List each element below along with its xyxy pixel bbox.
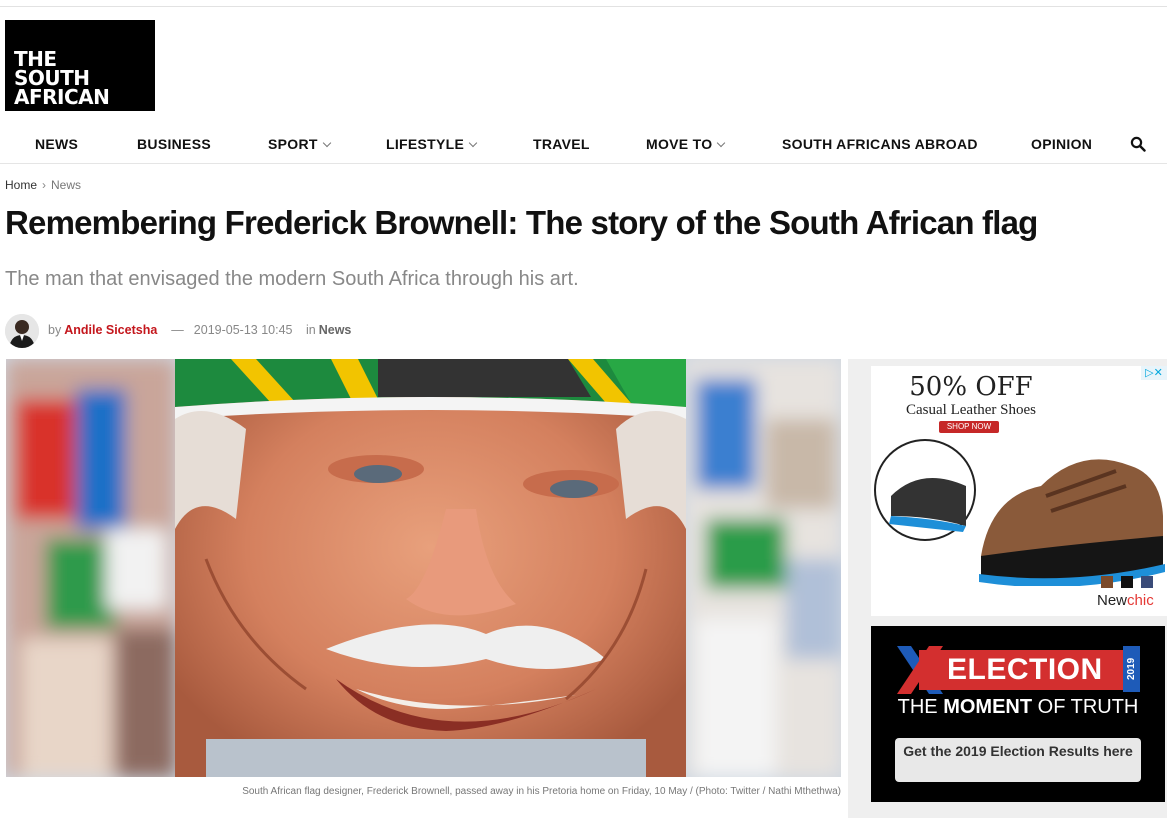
article-subtitle: The man that envisaged the modern South … [5,268,579,290]
breadcrumb-news[interactable]: News [51,178,81,192]
nav-business-label: BUSINESS [137,136,211,152]
chevron-down-icon [717,138,726,148]
color-swatch-black [1121,576,1133,588]
election-banner[interactable]: ELECTION 2019 THE MOMENT OF TRUTH Get th… [871,626,1165,802]
nav-lifestyle[interactable]: LIFESTYLE [386,136,478,152]
color-swatch-navy [1141,576,1153,588]
author-avatar[interactable] [5,314,39,348]
election-title: ELECTION [919,650,1129,690]
tagline-part-1: THE [897,696,944,718]
shoe-image [874,439,1165,586]
ad-brand: Newchic [1097,592,1154,609]
site-logo[interactable]: THE SOUTH AFRICAN [5,20,155,111]
breadcrumb: Home › News [5,178,81,192]
byline-in: in [305,323,316,337]
byline-dash: — [171,323,184,337]
nav-news-label: NEWS [35,136,79,152]
category-link[interactable]: News [319,323,352,337]
search-icon[interactable] [1130,136,1146,152]
publish-date: 2019-05-13 10:45 [193,323,293,337]
author-link[interactable]: Andile Sicetsha [64,323,157,337]
image-caption: South African flag designer, Frederick B… [242,786,841,797]
top-divider [0,6,1167,7]
byline-by: by [48,323,62,337]
shoe-ad[interactable]: ▷✕ 50% OFF Casual Leather Shoes SHOP NOW… [871,366,1167,616]
logo-line-3: AFRICAN [14,85,110,109]
main-nav: NEWS BUSINESS SPORT LIFESTYLE TRAVEL MOV… [0,124,1167,164]
nav-travel-label: TRAVEL [533,136,590,152]
breadcrumb-home[interactable]: Home [5,178,37,192]
chevron-down-icon [468,138,478,148]
nav-news[interactable]: NEWS [35,136,78,152]
nav-move-to-label: MOVE TO [646,136,713,152]
election-results-button[interactable]: Get the 2019 Election Results here [895,738,1141,782]
author-avatar-image [5,314,39,348]
nav-business[interactable]: BUSINESS [137,136,211,152]
nav-opinion[interactable]: OPINION [1031,136,1092,152]
byline: by Andile Sicetsha — 2019-05-13 10:45 in New… [48,323,351,337]
nav-lifestyle-label: LIFESTYLE [386,136,465,152]
nav-opinion-label: OPINION [1031,136,1093,152]
nav-south-africans-abroad-label: SOUTH AFRICANS ABROAD [782,136,978,152]
ad-brand-part-2: chic [1127,592,1154,609]
tagline-part-2: MOMENT [943,696,1033,718]
nav-move-to[interactable]: MOVE TO [646,136,726,152]
ad-choices-icon[interactable]: ▷✕ [1141,366,1167,380]
article-title: Remembering Frederick Brownell: The stor… [5,204,1038,241]
ad-headline: 50% OFF [909,372,1033,402]
ad-subheadline: Casual Leather Shoes [906,402,1036,418]
nav-travel[interactable]: TRAVEL [533,136,590,152]
nav-south-africans-abroad[interactable]: SOUTH AFRICANS ABROAD [782,136,978,152]
shop-now-button[interactable]: SHOP NOW [939,421,999,433]
chevron-right-icon: › [42,178,47,192]
nav-sport-label: SPORT [268,136,318,152]
election-year: 2019 [1123,646,1140,692]
nav-sport[interactable]: SPORT [268,136,331,152]
featured-image [6,359,841,777]
color-swatch-brown [1101,576,1113,588]
tagline-part-3: OF TRUTH [1032,696,1139,718]
election-tagline: THE MOMENT OF TRUTH [871,696,1165,719]
featured-photo [6,359,841,777]
ad-brand-part-1: New [1097,592,1128,609]
chevron-down-icon [322,138,331,148]
